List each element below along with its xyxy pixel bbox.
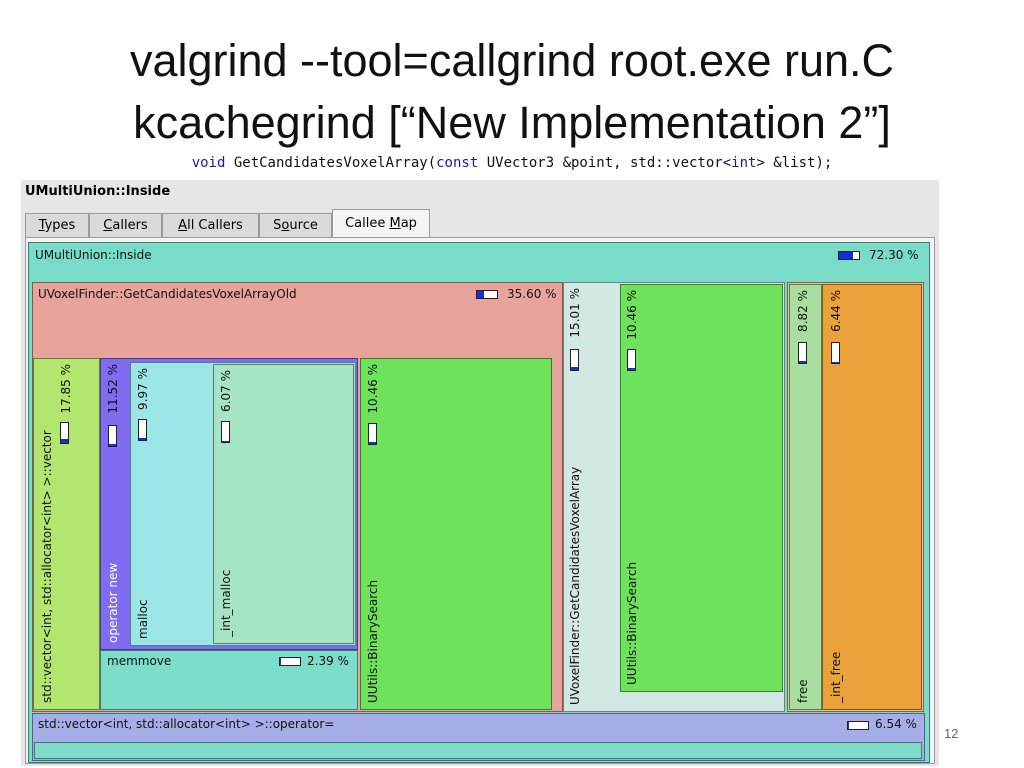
node-percent: 10.46 % xyxy=(625,290,639,340)
tab-types[interactable]: Types xyxy=(25,213,89,237)
cost-bar xyxy=(570,349,579,371)
node-label: UVoxelFinder::GetCandidatesVoxelArrayOld xyxy=(38,287,297,301)
cost-bar xyxy=(627,349,636,371)
node-percent: 10.46 % xyxy=(366,364,380,414)
cost-bar xyxy=(838,251,860,260)
cost-bar xyxy=(831,342,840,364)
node-label: operator new xyxy=(106,562,120,643)
tab-callee-map[interactable]: Callee Map xyxy=(332,209,430,238)
node-percent: 72.30 % xyxy=(869,248,919,262)
cost-bar xyxy=(60,422,69,444)
code-text: UVector3 &point, std::vector< xyxy=(478,155,732,171)
node-percent: 8.82 % xyxy=(796,290,810,332)
node-percent: 2.39 % xyxy=(307,654,349,668)
node-percent: 6.07 % xyxy=(219,370,233,412)
node-label: UMultiUnion::Inside xyxy=(35,248,152,262)
tab-mnemonic: A xyxy=(178,218,188,233)
code-keyword: void xyxy=(191,155,226,171)
node-label: UVoxelFinder::GetCandidatesVoxelArray xyxy=(568,466,582,705)
node-label: _int_malloc xyxy=(219,569,233,637)
node-label: std::vector<int, std::allocator<int> >::… xyxy=(40,430,54,703)
code-keyword: int xyxy=(731,155,757,171)
cost-bar xyxy=(221,421,230,443)
map-node-free[interactable]: 8.82 % free xyxy=(789,284,822,710)
tab-all-callers[interactable]: All Callers xyxy=(162,213,259,237)
tab-source[interactable]: Source xyxy=(259,213,332,237)
tab-label: ll Callers xyxy=(187,218,243,233)
node-label: UUtils::BinarySearch xyxy=(366,579,380,703)
code-keyword: const xyxy=(436,155,479,171)
code-text: GetCandidatesVoxelArray( xyxy=(225,155,437,171)
node-label: malloc xyxy=(136,599,150,639)
node-label: UUtils::BinarySearch xyxy=(625,561,639,685)
map-node-binarysearch-1[interactable]: 10.46 % UUtils::BinarySearch xyxy=(360,358,552,710)
tab-label: ap xyxy=(400,216,417,231)
code-text: > &list); xyxy=(756,155,833,171)
node-percent: 6.44 % xyxy=(829,290,843,332)
cost-bar xyxy=(847,721,869,730)
tab-label: urce xyxy=(289,218,318,233)
cost-bar xyxy=(108,425,117,447)
node-label: free xyxy=(796,679,810,703)
node-percent: 11.52 % xyxy=(106,364,120,414)
tab-label: ypes xyxy=(44,218,76,233)
page-number: 12 xyxy=(944,726,959,741)
code-signature: void GetCandidatesVoxelArray(const UVect… xyxy=(0,155,1024,171)
cost-bar xyxy=(368,423,377,445)
node-percent: 15.01 % xyxy=(568,288,582,338)
cost-bar xyxy=(798,342,807,364)
cost-bar xyxy=(138,419,147,441)
tab-callers[interactable]: Callers xyxy=(89,213,162,237)
window-title: UMultiUnion::Inside xyxy=(25,184,171,199)
map-node-memmove[interactable]: memmove 2.39 % xyxy=(100,650,358,710)
tab-mnemonic: M xyxy=(389,216,401,231)
slide-title-line-2: kcachegrind [“New Implementation 2”] xyxy=(133,97,891,148)
tab-label: allers xyxy=(112,218,148,233)
node-percent: 17.85 % xyxy=(59,364,73,414)
node-percent: 6.54 % xyxy=(875,717,917,731)
map-node-int-malloc[interactable]: 6.07 % _int_malloc xyxy=(213,364,354,644)
node-label: std::vector<int, std::allocator<int> >::… xyxy=(38,717,335,731)
tab-mnemonic: C xyxy=(103,218,113,233)
cost-bar xyxy=(279,657,301,666)
node-label: _int_free xyxy=(829,651,843,703)
slide-title-line-1: valgrind --tool=callgrind root.exe run.C xyxy=(129,35,895,86)
node-percent: 35.60 % xyxy=(507,287,557,301)
tab-label: Callee xyxy=(345,216,390,231)
map-node-std-vector-ctor[interactable]: 17.85 % std::vector<int, std::allocator<… xyxy=(33,358,100,710)
map-node-int-free[interactable]: 6.44 % _int_free xyxy=(822,284,922,710)
map-node-binarysearch-2[interactable]: 10.46 % UUtils::BinarySearch xyxy=(620,284,783,692)
node-label: memmove xyxy=(107,654,172,668)
map-node-operator-assign-child[interactable] xyxy=(34,742,922,759)
cost-bar xyxy=(476,290,498,299)
node-percent: 9.97 % xyxy=(136,368,150,410)
